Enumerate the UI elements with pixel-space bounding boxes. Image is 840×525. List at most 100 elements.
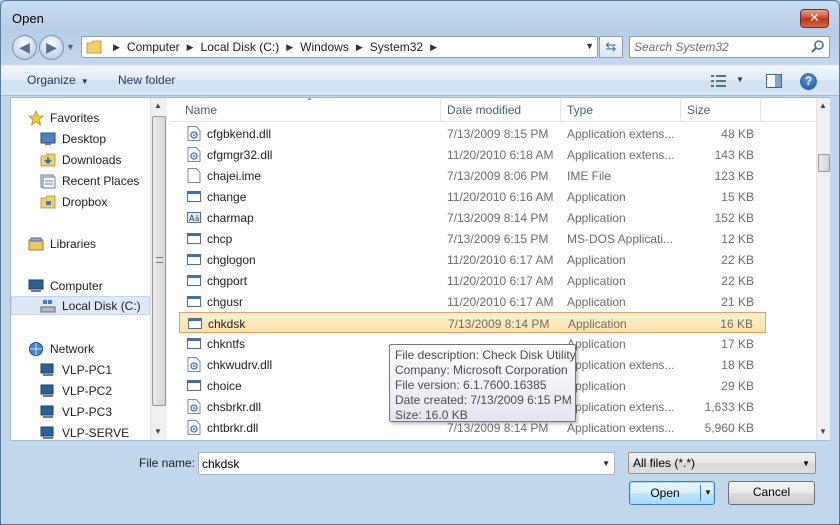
search-input[interactable] <box>634 39 809 55</box>
nav-item-label: VLP-PC2 <box>62 383 113 398</box>
file-row[interactable]: chgport 11/20/2010 6:17 AM Application 22 K… <box>179 270 766 291</box>
command-bar: Organize ▼ New folder ▼ ? <box>1 65 839 96</box>
nav-item-vlp-serve[interactable]: VLP-SERVE <box>40 423 129 440</box>
breadcrumb-system32[interactable]: System32 <box>370 40 423 54</box>
nav-item-vlp-pc3[interactable]: VLP-PC3 <box>40 402 112 421</box>
back-button[interactable]: ◀ <box>12 35 37 60</box>
file-size: 22 KB <box>721 274 754 288</box>
file-size: 16 KB <box>720 317 753 331</box>
search-box[interactable] <box>629 36 830 58</box>
address-bar[interactable]: ▶ Computer ▶ Local Disk (C:) ▶ Windows ▶… <box>81 36 598 58</box>
drive-icon <box>40 299 56 312</box>
file-row[interactable]: Aä charmap 7/13/2009 8:14 PM Application 152… <box>179 207 766 228</box>
file-date-modified: 11/20/2010 6:18 AM <box>447 148 554 162</box>
file-row[interactable]: cfgbkend.dll 7/13/2009 8:15 PM Application… <box>179 123 766 144</box>
downloads-folder-icon <box>40 153 56 166</box>
breadcrumb-computer[interactable]: Computer <box>127 40 180 54</box>
network-pc-icon <box>40 363 54 376</box>
search-icon[interactable] <box>810 39 825 54</box>
file-name-input[interactable] <box>202 456 592 471</box>
nav-item-vlp-pc2[interactable]: VLP-PC2 <box>40 381 112 400</box>
nav-item-downloads[interactable]: Downloads <box>40 150 121 169</box>
recent-pages-dropdown[interactable]: ▼ <box>66 42 78 52</box>
nav-item-vlp-pc1[interactable]: VLP-PC1 <box>40 360 112 379</box>
network-pc-icon <box>40 405 54 418</box>
file-name-combobox[interactable]: ▼ <box>198 452 615 475</box>
nav-computer-label: Computer <box>50 278 103 293</box>
file-row[interactable]: chkdsk 7/13/2009 8:14 PM Application 16 KB <box>179 312 766 333</box>
app-icon <box>187 252 201 267</box>
file-row[interactable]: cfgmgr32.dll 11/20/2010 6:18 AM Applicatio… <box>179 144 766 165</box>
file-info-tooltip: File description: Check Disk Utility Com… <box>389 344 576 422</box>
back-arrow-icon: ◀ <box>19 39 30 55</box>
file-list-scrollbar[interactable]: ▲ ▼ <box>816 98 830 440</box>
file-row[interactable]: chgusr 11/20/2010 6:17 AM Application 21 KB <box>179 291 766 312</box>
scroll-up-icon[interactable]: ▲ <box>154 101 162 110</box>
chevron-down-icon[interactable]: ▼ <box>602 459 610 468</box>
file-scroll-thumb[interactable] <box>818 154 830 172</box>
tooltip-description: File description: Check Disk Utility <box>395 348 576 362</box>
file-type: MS-DOS Applicati... <box>567 232 674 246</box>
column-size[interactable]: Size <box>681 98 761 122</box>
scroll-down-icon[interactable]: ▼ <box>819 427 827 436</box>
scroll-up-icon[interactable]: ▲ <box>819 101 827 110</box>
views-icon[interactable] <box>711 75 727 87</box>
breadcrumb-local-disk[interactable]: Local Disk (C:) <box>201 40 280 54</box>
cancel-button[interactable]: Cancel <box>728 481 815 505</box>
file-size: 22 KB <box>721 253 754 267</box>
new-folder-button[interactable]: New folder <box>118 73 175 87</box>
file-type-filter[interactable]: All files (*.*) ▼ <box>628 452 816 474</box>
open-options-dropdown-icon[interactable]: ▼ <box>704 488 712 497</box>
help-icon[interactable]: ? <box>800 73 817 90</box>
file-row[interactable]: chajei.ime 7/13/2009 8:06 PM IME File 123 K… <box>179 165 766 186</box>
refresh-button[interactable]: ⇆ <box>599 36 623 58</box>
file-size: 21 KB <box>721 295 754 309</box>
chevron-right-icon[interactable]: ▶ <box>187 42 194 53</box>
column-type[interactable]: Type <box>561 98 681 122</box>
file-date-modified: 7/13/2009 8:14 PM <box>447 211 549 225</box>
preview-pane-icon[interactable] <box>766 74 782 88</box>
nav-scroll-thumb[interactable] <box>152 116 166 406</box>
chevron-right-icon[interactable]: ▶ <box>113 42 120 53</box>
file-type: Application <box>567 253 626 267</box>
dll-icon <box>187 399 201 414</box>
chevron-down-icon: ▼ <box>802 459 810 468</box>
file-row[interactable]: chglogon 11/20/2010 6:17 AM Application 22 … <box>179 249 766 270</box>
file-type: Application extens... <box>567 421 675 435</box>
column-name[interactable]: Name <box>179 98 441 122</box>
nav-item-recent-places[interactable]: Recent Places <box>40 171 139 190</box>
file-name: cfgmgr32.dll <box>207 148 273 162</box>
open-button[interactable]: Open ▼ <box>629 481 715 505</box>
nav-item-local-disk[interactable]: Local Disk (C:) <box>11 296 150 315</box>
file-name: chgport <box>207 274 248 288</box>
forward-button[interactable]: ▶ <box>39 35 64 60</box>
chevron-right-icon[interactable]: ▶ <box>430 42 437 53</box>
nav-pane-scrollbar[interactable]: ▲ ▼ <box>150 98 167 440</box>
nav-libraries[interactable]: Libraries <box>28 234 96 253</box>
file-row[interactable]: chcp 7/13/2009 6:15 PM MS-DOS Applicati...… <box>179 228 766 249</box>
nav-item-dropbox[interactable]: Dropbox <box>40 192 107 211</box>
file-size: 123 KB <box>714 169 754 183</box>
file-date-modified: 11/20/2010 6:17 AM <box>447 274 554 288</box>
nav-item-desktop[interactable]: Desktop <box>40 129 106 148</box>
address-dropdown-icon[interactable]: ▼ <box>585 41 594 51</box>
chevron-right-icon[interactable]: ▶ <box>286 42 293 53</box>
chevron-right-icon[interactable]: ▶ <box>356 42 363 53</box>
file-date-modified: 7/13/2009 8:06 PM <box>447 169 549 183</box>
scroll-down-icon[interactable]: ▼ <box>154 427 162 436</box>
navigation-pane: Favorites Desktop Downloads Recent Place… <box>11 98 153 440</box>
breadcrumb-windows[interactable]: Windows <box>300 40 349 54</box>
network-pc-icon <box>40 384 54 397</box>
nav-computer[interactable]: Computer <box>28 276 103 295</box>
nav-favorites[interactable]: Favorites <box>28 108 99 127</box>
app-icon <box>187 273 201 288</box>
views-dropdown-icon[interactable]: ▼ <box>736 75 744 84</box>
close-button[interactable]: ✕ <box>800 9 829 28</box>
nav-network[interactable]: Network <box>28 339 94 358</box>
file-row[interactable]: change 11/20/2010 6:16 AM Application 15 KB <box>179 186 766 207</box>
computer-icon <box>28 279 44 292</box>
column-date-modified[interactable]: Date modified <box>441 98 561 122</box>
svg-text:ä: ä <box>195 215 199 223</box>
file-type-filter-value: All files (*.*) <box>633 456 696 470</box>
organize-button[interactable]: Organize ▼ <box>27 73 89 87</box>
